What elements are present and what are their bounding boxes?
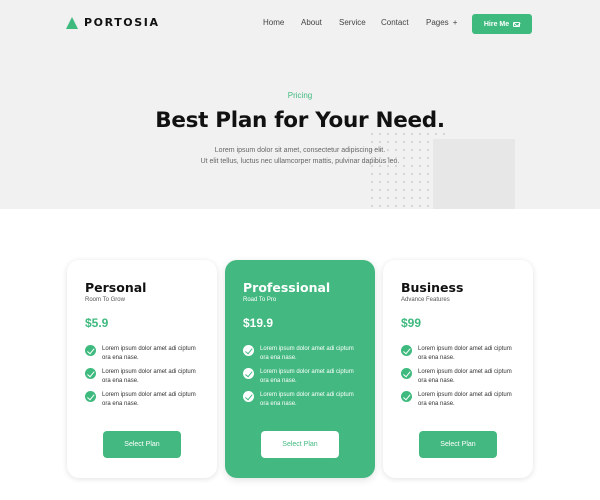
plan-tagline: Road To Pro (243, 297, 277, 303)
check-circle-icon (401, 391, 412, 402)
feature-text: Lorem ipsum dolor amet adi ciptum ora en… (260, 392, 354, 407)
check-circle-icon (243, 368, 254, 379)
logo[interactable]: PORTOSIA (66, 16, 160, 29)
check-circle-icon (401, 368, 412, 379)
feature-item: Lorem ipsum dolor amet adi ciptum ora en… (85, 345, 205, 362)
pricing-card-business: Business Advance Features $99 Lorem ipsu… (383, 260, 533, 478)
feature-text: Lorem ipsum dolor amet adi ciptum ora en… (418, 392, 512, 407)
plan-price: $5.9 (85, 316, 109, 330)
feature-item: Lorem ipsum dolor amet adi ciptum ora en… (401, 368, 521, 385)
nav-item-contact[interactable]: Contact (381, 18, 409, 27)
select-plan-button[interactable]: Select Plan (261, 431, 339, 458)
plan-tagline: Room To Grow (85, 297, 125, 303)
feature-text: Lorem ipsum dolor amet adi ciptum ora en… (418, 369, 512, 384)
feature-item: Lorem ipsum dolor amet adi ciptum ora en… (401, 391, 521, 408)
check-circle-icon (401, 345, 412, 356)
plan-price: $99 (401, 316, 422, 330)
triangle-logo-icon (66, 16, 78, 29)
feature-text: Lorem ipsum dolor amet adi ciptum ora en… (260, 369, 354, 384)
select-plan-button[interactable]: Select Plan (419, 431, 497, 458)
nav-item-home[interactable]: Home (263, 18, 284, 27)
mail-icon (513, 21, 521, 27)
check-circle-icon (85, 368, 96, 379)
logo-text: PORTOSIA (84, 16, 160, 29)
nav-item-pages[interactable]: Pages + (426, 18, 457, 27)
nav-item-service[interactable]: Service (339, 18, 366, 27)
hero-subtitle-line-1: Lorem ipsum dolor sit amet, consectetur … (214, 147, 386, 154)
hero-section: PORTOSIA Home About Service Contact Page… (0, 0, 600, 209)
plan-name: Professional (243, 280, 331, 295)
feature-item: Lorem ipsum dolor amet adi ciptum ora en… (401, 345, 521, 362)
check-circle-icon (85, 345, 96, 356)
plan-price: $19.9 (243, 316, 274, 330)
feature-text: Lorem ipsum dolor amet adi ciptum ora en… (260, 346, 354, 361)
pricing-card-professional: Professional Road To Pro $19.9 Lorem ips… (225, 260, 375, 478)
plan-name: Personal (85, 280, 147, 295)
check-circle-icon (85, 391, 96, 402)
feature-item: Lorem ipsum dolor amet adi ciptum ora en… (243, 345, 363, 362)
section-eyebrow: Pricing (287, 91, 313, 100)
plus-icon: + (452, 18, 458, 27)
page-title: Best Plan for Your Need. (155, 108, 445, 133)
hero-subtitle: Lorem ipsum dolor sit amet, consectetur … (150, 146, 450, 167)
feature-text: Lorem ipsum dolor amet adi ciptum ora en… (102, 369, 196, 384)
feature-item: Lorem ipsum dolor amet adi ciptum ora en… (243, 391, 363, 408)
check-circle-icon (243, 345, 254, 356)
feature-item: Lorem ipsum dolor amet adi ciptum ora en… (85, 368, 205, 385)
feature-item: Lorem ipsum dolor amet adi ciptum ora en… (85, 391, 205, 408)
select-plan-button[interactable]: Select Plan (103, 431, 181, 458)
check-circle-icon (243, 391, 254, 402)
plan-name: Business (401, 280, 464, 295)
feature-item: Lorem ipsum dolor amet adi ciptum ora en… (243, 368, 363, 385)
pricing-card-personal: Personal Room To Grow $5.9 Lorem ipsum d… (67, 260, 217, 478)
nav-item-pages-label: Pages (426, 18, 449, 27)
hero-subtitle-line-2: Ut elit tellus, luctus nec ullamcorper m… (200, 157, 400, 165)
feature-text: Lorem ipsum dolor amet adi ciptum ora en… (102, 346, 196, 361)
feature-text: Lorem ipsum dolor amet adi ciptum ora en… (418, 346, 512, 361)
navbar: PORTOSIA Home About Service Contact Page… (0, 0, 600, 48)
hire-me-button[interactable]: Hire Me (472, 14, 532, 34)
nav-item-about[interactable]: About (301, 18, 322, 27)
feature-text: Lorem ipsum dolor amet adi ciptum ora en… (102, 392, 196, 407)
plan-tagline: Advance Features (401, 297, 450, 303)
hire-me-label: Hire Me (483, 20, 510, 28)
